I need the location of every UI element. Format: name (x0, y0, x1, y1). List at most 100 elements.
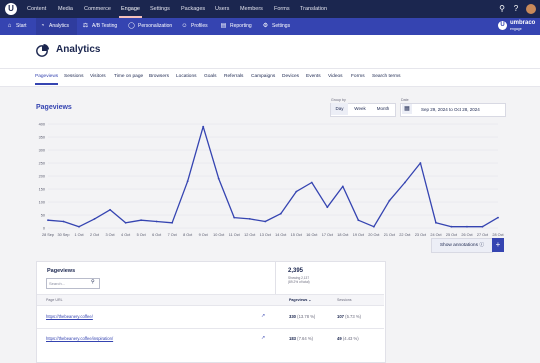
sort-desc-icon: ⌄ (308, 298, 312, 302)
search-icon[interactable]: ⚲ (497, 4, 507, 14)
topnav-commerce[interactable]: Commerce (84, 0, 111, 18)
chart-series (47, 125, 499, 228)
pageviews-table-card (36, 261, 386, 363)
subnav-label: Start (16, 23, 27, 29)
external-link-icon[interactable]: ↗ (261, 335, 265, 341)
subnav-profiles[interactable]: ☺ Profiles (181, 18, 215, 35)
tab-search-terms[interactable]: Search terms (372, 74, 401, 79)
add-annotation-button[interactable]: + (492, 238, 504, 252)
table-row-sessions: 107 (5.73 %) (337, 314, 361, 319)
series-line (47, 125, 499, 228)
group-by-week-button[interactable]: Week (350, 103, 370, 115)
tab-time-on-page[interactable]: Time on page (114, 74, 143, 79)
tab-locations[interactable]: Locations (176, 74, 197, 79)
column-header-url[interactable]: Page URL (46, 298, 63, 302)
group-by-label: Group by (331, 98, 346, 102)
topnav-packages[interactable]: Packages (181, 0, 205, 18)
brand-product: engage (510, 27, 522, 31)
x-tick-label: 10 Oct (213, 233, 225, 237)
tab-sessions[interactable]: Sessions (64, 74, 83, 79)
data-point (326, 206, 329, 209)
pageviews-value: 330 (289, 314, 296, 319)
y-tick-label: 50 (41, 213, 45, 217)
tab-events[interactable]: Events (306, 74, 321, 79)
data-point (62, 220, 65, 223)
help-icon[interactable]: ? (511, 4, 521, 14)
x-tick-label: 27 Oct (477, 233, 489, 237)
table-header (37, 294, 384, 306)
y-tick-label: 400 (39, 122, 45, 126)
group-by-month-button[interactable]: Month (372, 103, 394, 115)
avatar[interactable] (526, 4, 536, 14)
data-point (403, 181, 406, 184)
x-tick-label: 19 Oct (353, 233, 365, 237)
x-tick-label: 12 Oct (244, 233, 256, 237)
data-point (202, 125, 205, 128)
x-tick-label: 7 Oct (168, 233, 178, 237)
x-tick-label: 14 Oct (275, 233, 287, 237)
tab-devices[interactable]: Devices (282, 74, 299, 79)
topnav-settings[interactable]: Settings (150, 0, 170, 18)
y-tick-label: 200 (39, 174, 45, 178)
reporting-icon: ▤ (220, 23, 227, 29)
stat-percentage: (89.2% of total) (288, 280, 310, 284)
x-tick-label: 28 Oct (492, 233, 504, 237)
show-annotations-button[interactable]: Show annotations ⓘ (431, 238, 493, 253)
umbraco-brand-icon: U (498, 21, 507, 30)
tab-browsers[interactable]: Browsers (149, 74, 169, 79)
topnav-users[interactable]: Users (215, 0, 229, 18)
topnav-members[interactable]: Members (240, 0, 263, 18)
topnav-media[interactable]: Media (58, 0, 73, 18)
ab-testing-icon: ⚖ (82, 23, 89, 29)
group-by-day-button[interactable]: Day (331, 103, 348, 115)
table-row-sessions: 49 (4.43 %) (337, 336, 359, 341)
row-divider (37, 328, 384, 329)
data-point (47, 219, 49, 222)
umbraco-logo-icon[interactable]: U (5, 3, 17, 15)
x-tick-label: 20 Oct (368, 233, 380, 237)
tab-campaigns[interactable]: Campaigns (251, 74, 275, 79)
data-point (357, 219, 360, 222)
topnav-translation[interactable]: Translation (300, 0, 327, 18)
topnav-engage[interactable]: Engage (119, 0, 142, 18)
tab-referrals[interactable]: Referrals (224, 74, 243, 79)
tab-forms[interactable]: Forms (351, 74, 365, 79)
data-point (435, 221, 437, 224)
x-tick-label: 21 Oct (384, 233, 396, 237)
x-tick-label: 25 Oct (446, 233, 458, 237)
tab-pageviews[interactable]: Pageviews (35, 74, 59, 85)
subnav-reporting[interactable]: ▤ Reporting (220, 18, 258, 35)
subnav-ab-testing[interactable]: ⚖ A/B Testing (82, 18, 122, 35)
column-header-pageviews[interactable]: Pageviews ⌄ (289, 298, 311, 302)
subnav-settings[interactable]: ⚙ Settings (262, 18, 296, 35)
search-icon[interactable]: ⚲ (91, 279, 95, 285)
subnav-analytics[interactable]: ◔ Analytics (36, 18, 77, 35)
column-header-sessions[interactable]: Sessions (337, 298, 352, 302)
page-title: Analytics (56, 44, 101, 55)
y-tick-label: 300 (39, 148, 45, 152)
calendar-icon[interactable]: ▦ (402, 104, 412, 114)
x-tick-label: 11 Oct (229, 233, 241, 237)
table-row-url[interactable]: https://thebeanery.coffee/ (46, 314, 93, 319)
data-point (497, 216, 499, 219)
subnav-personalization[interactable]: ◯ Personalization (128, 18, 176, 35)
x-tick-label: 16 Oct (306, 233, 318, 237)
table-row-url[interactable]: https://thebeanery.coffee/inspiration/ (46, 336, 113, 341)
x-tick-label: 1 Oct (74, 233, 84, 237)
x-tick-label: 17 Oct (322, 233, 334, 237)
subnav-label: Profiles (191, 23, 208, 29)
table-title: Pageviews (47, 268, 76, 274)
y-tick-label: 250 (39, 161, 45, 165)
topnav-content[interactable]: Content (27, 0, 46, 18)
tab-visitors[interactable]: Visitors (90, 74, 106, 79)
topnav-forms[interactable]: Forms (274, 0, 290, 18)
tab-videos[interactable]: Videos (328, 74, 343, 79)
pageviews-header-label: Pageviews (289, 298, 308, 302)
tab-goals[interactable]: Goals (204, 74, 217, 79)
subnav-start[interactable]: ⌂ Start (6, 18, 34, 35)
brand-name: umbraco (510, 20, 536, 26)
x-tick-label: 6 Oct (152, 233, 162, 237)
external-link-icon[interactable]: ↗ (261, 313, 265, 319)
pageviews-pct: (13.78 %) (297, 314, 316, 319)
x-tick-label: 24 Oct (430, 233, 442, 237)
